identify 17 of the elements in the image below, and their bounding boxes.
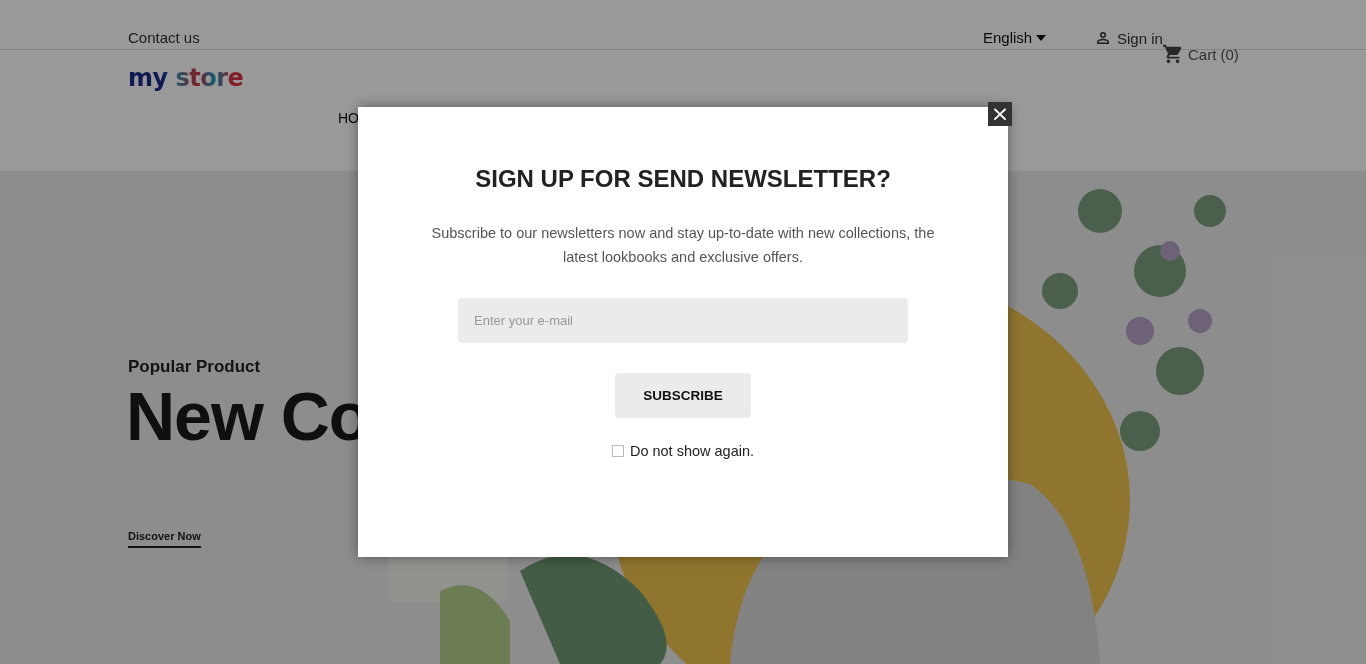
hero-subtitle: Popular Product	[128, 357, 261, 377]
cart-icon	[1162, 43, 1184, 65]
close-button[interactable]: ×	[988, 102, 1012, 126]
contact-link[interactable]: Contact us	[128, 29, 200, 46]
sign-in-link[interactable]: Sign in	[1094, 29, 1163, 47]
discover-link[interactable]: Discover Now	[128, 530, 201, 548]
subscribe-button[interactable]: SUBSCRIBE	[615, 373, 751, 418]
dialog-title: SIGN UP FOR SEND NEWSLETTER?	[475, 165, 891, 193]
language-dropdown[interactable]: English	[983, 29, 1047, 46]
cart-link[interactable]: Cart (0)	[1162, 43, 1239, 65]
dialog-description: Subscribe to our newsletters now and stay up-to-date with new collections, the latest lookbooks and exclusive offers.	[430, 224, 936, 267]
checkbox-label[interactable]: Do not show again.	[629, 443, 755, 459]
checkbox[interactable]	[611, 445, 624, 457]
email-input-field[interactable]: Enter your e-mail	[458, 298, 908, 343]
nav-link[interactable]: HO	[338, 110, 359, 126]
user-icon	[1094, 29, 1112, 47]
caret-icon	[1036, 34, 1047, 41]
